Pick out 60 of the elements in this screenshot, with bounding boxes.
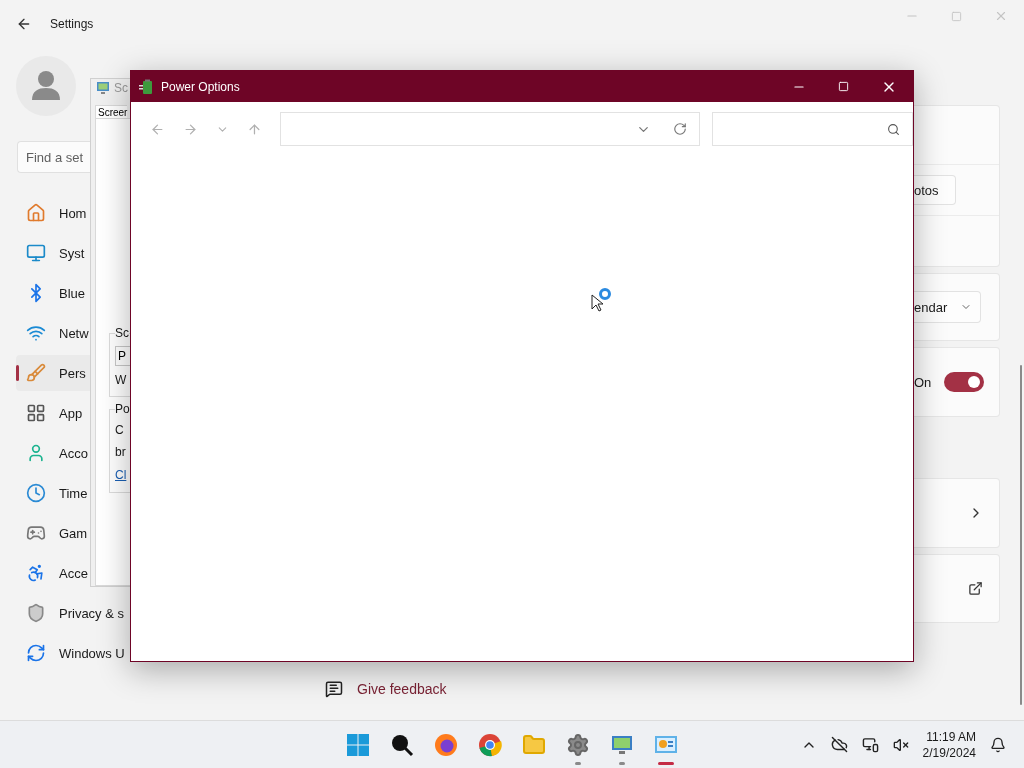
nav-item[interactable]: Hom: [16, 195, 90, 231]
nav-item[interactable]: Acco: [16, 435, 90, 471]
nav-item[interactable]: App: [16, 395, 90, 431]
scrollbar[interactable]: [1020, 365, 1022, 705]
volume-muted-icon[interactable]: [892, 736, 909, 753]
search-icon: [887, 122, 900, 136]
person-icon: [31, 70, 61, 102]
settings-icon[interactable]: [566, 732, 590, 757]
nav-item[interactable]: Syst: [16, 235, 90, 271]
back-icon[interactable]: [16, 16, 32, 32]
window-title: Settings: [50, 17, 94, 31]
brush-icon: [26, 363, 46, 383]
dropdown[interactable]: endar: [914, 291, 981, 323]
text: C: [115, 421, 124, 438]
network-icon[interactable]: [861, 736, 879, 753]
apps-icon: [26, 403, 46, 423]
nav-item[interactable]: Gam: [16, 515, 90, 551]
wifi-icon: [26, 323, 46, 343]
windows-logo-icon[interactable]: [346, 732, 370, 757]
group-label: Po: [115, 401, 130, 416]
clock[interactable]: 11:19 AM 2/19/2024: [922, 728, 976, 761]
give-feedback-link[interactable]: Give feedback: [325, 680, 447, 698]
window-title: Power Options: [161, 79, 240, 94]
tab[interactable]: Screer: [95, 105, 128, 118]
forward-icon[interactable]: [182, 121, 198, 137]
dialog-title: Sc: [114, 81, 128, 96]
clock-icon: [26, 483, 46, 503]
toggle-label: On: [914, 374, 932, 390]
refresh-icon[interactable]: [672, 122, 687, 136]
toggle-switch[interactable]: [944, 372, 985, 392]
link[interactable]: Cl: [115, 465, 127, 484]
nav-item[interactable]: Blue: [16, 275, 90, 311]
bell-icon[interactable]: [990, 736, 1006, 753]
group-label: Sc: [115, 325, 129, 340]
nav-item[interactable]: Time: [16, 475, 90, 511]
nav-item[interactable]: Netw: [16, 315, 90, 351]
home-icon: [26, 203, 46, 223]
card-button[interactable]: otos: [914, 175, 956, 205]
nav-item[interactable]: Windows U: [16, 635, 130, 671]
battery-icon: [139, 78, 155, 95]
nav-item[interactable]: Acce: [16, 555, 90, 591]
gamepad-icon: [26, 523, 46, 543]
search-field[interactable]: Find a set: [17, 141, 90, 173]
update-icon: [26, 643, 46, 663]
monitor-icon: [26, 243, 46, 263]
browser-icon[interactable]: [434, 732, 458, 757]
nav-item[interactable]: Privacy & s: [16, 595, 130, 631]
monitor-icon: [96, 81, 110, 96]
browser-icon[interactable]: [478, 732, 502, 757]
text: W: [115, 371, 127, 388]
nav-item[interactable]: Pers: [16, 355, 90, 391]
cloud-off-icon[interactable]: [830, 736, 848, 753]
external-link-icon[interactable]: [968, 581, 983, 596]
accessibility-icon: [26, 563, 46, 583]
shield-icon: [26, 603, 46, 623]
text: br: [115, 443, 126, 460]
person-icon: [26, 443, 46, 463]
search-icon[interactable]: [390, 732, 414, 757]
search-field[interactable]: [711, 112, 913, 146]
feedback-icon: [325, 680, 343, 698]
